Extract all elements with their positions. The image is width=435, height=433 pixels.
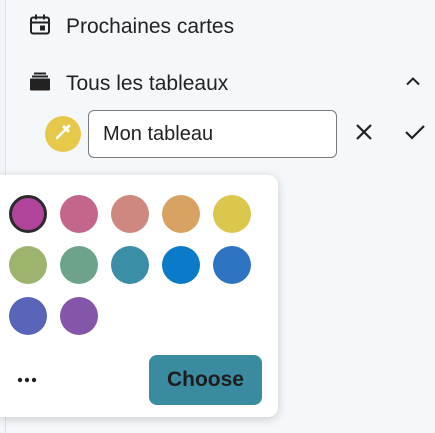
color-swatch[interactable] xyxy=(60,195,98,233)
choose-button[interactable]: Choose xyxy=(149,355,262,405)
color-swatch[interactable] xyxy=(9,297,47,335)
calendar-icon xyxy=(28,13,52,42)
color-swatch[interactable] xyxy=(9,195,47,233)
nav-item-all-boards[interactable]: Tous les tableaux xyxy=(0,62,435,106)
nav-item-label: Tous les tableaux xyxy=(66,72,229,95)
color-swatch[interactable] xyxy=(60,297,98,335)
close-icon xyxy=(354,122,374,147)
color-picker-trigger[interactable] xyxy=(45,116,81,152)
more-horizontal-icon xyxy=(16,371,38,389)
board-name-input[interactable] xyxy=(88,110,337,158)
color-swatch[interactable] xyxy=(162,195,200,233)
chevron-up-icon[interactable] xyxy=(404,73,422,96)
check-icon xyxy=(404,122,426,147)
color-picker-popover: Choose xyxy=(0,175,278,417)
color-swatch[interactable] xyxy=(60,246,98,284)
cancel-button[interactable] xyxy=(352,122,376,146)
more-options-button[interactable] xyxy=(14,373,40,387)
color-swatch[interactable] xyxy=(111,246,149,284)
confirm-button[interactable] xyxy=(403,122,427,146)
nav-item-upcoming-cards[interactable]: Prochaines cartes xyxy=(0,5,435,49)
board-edit-row xyxy=(0,108,435,160)
archive-icon xyxy=(28,70,52,99)
color-swatch[interactable] xyxy=(111,195,149,233)
color-swatch[interactable] xyxy=(162,246,200,284)
nav-item-label: Prochaines cartes xyxy=(66,15,235,38)
color-swatch[interactable] xyxy=(213,246,251,284)
color-swatch[interactable] xyxy=(9,246,47,284)
eyedropper-icon xyxy=(53,122,73,147)
color-swatch[interactable] xyxy=(213,195,251,233)
